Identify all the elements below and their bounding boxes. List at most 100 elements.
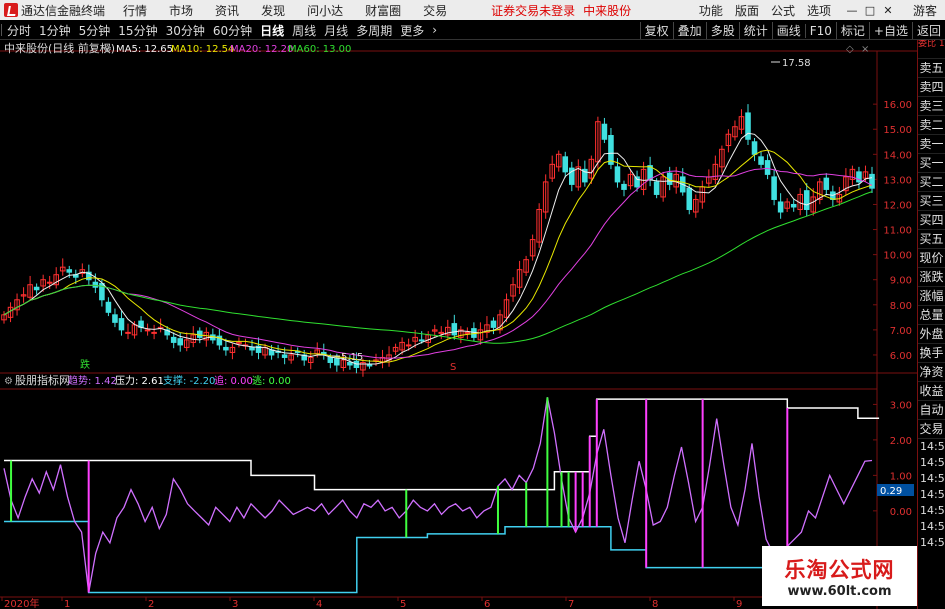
- btn-overlay[interactable]: 叠加: [672, 22, 706, 39]
- quote-sell5[interactable]: 卖五: [918, 59, 945, 78]
- candle-body: [758, 156, 764, 165]
- quote-sell4[interactable]: 卖四: [918, 78, 945, 97]
- quote-volume[interactable]: 总量: [918, 306, 945, 325]
- more-chevron-icon[interactable]: ›: [428, 23, 441, 37]
- chart-area[interactable]: 中来股份(日线 前复权) ⚙ MA5: 12.65 MA10: 12.54 MA…: [0, 40, 917, 609]
- menu-function[interactable]: 功能: [699, 2, 723, 19]
- candle-body: [790, 203, 797, 208]
- quote-sell2[interactable]: 卖二: [918, 116, 945, 135]
- menu-options[interactable]: 选项: [807, 2, 831, 19]
- legend-ma10: MA10: 12.54: [171, 44, 234, 55]
- candle-body: [601, 123, 608, 140]
- btn-f10[interactable]: F10: [804, 23, 836, 38]
- btn-multi-stock[interactable]: 多股: [705, 22, 739, 39]
- auto-trade-toggle[interactable]: 自动: [918, 401, 945, 420]
- candle-body: [745, 112, 751, 140]
- indicator-current-value: 0.29: [880, 486, 902, 497]
- candle-body: [823, 177, 830, 190]
- quote-sell1[interactable]: 卖一: [918, 135, 945, 154]
- indicator-gear-icon[interactable]: ⚙: [4, 376, 13, 387]
- indicator-axis-tick-label: 3.00: [890, 400, 912, 411]
- candle-body: [621, 183, 627, 190]
- order-ratio-header[interactable]: 委比 1000: [918, 40, 945, 59]
- trade-label[interactable]: 交易: [918, 420, 945, 439]
- period-5min[interactable]: 5分钟: [75, 22, 115, 39]
- candle-body: [562, 156, 569, 173]
- btn-adjust[interactable]: 复权: [639, 22, 673, 39]
- candle-body: [653, 181, 660, 195]
- candle-body: [144, 329, 151, 332]
- menu-trade[interactable]: 交易: [423, 2, 447, 19]
- menu-market-quotes[interactable]: 行情: [123, 2, 147, 19]
- trade-time: 14:56: [920, 504, 945, 517]
- indicator-axis-tick-label: 2.00: [890, 436, 912, 447]
- btn-mark[interactable]: 标记: [835, 22, 869, 39]
- quote-buy5[interactable]: 买五: [918, 230, 945, 249]
- period-15min[interactable]: 15分钟: [114, 22, 161, 39]
- menu-wealth-circle[interactable]: 财富圈: [365, 2, 401, 19]
- quote-change[interactable]: 涨跌: [918, 268, 945, 287]
- indicator-title: 股朋指标网: [15, 373, 70, 387]
- quote-outer-volume[interactable]: 外盘: [918, 325, 945, 344]
- quote-price[interactable]: 现价: [918, 249, 945, 268]
- quote-buy1[interactable]: 买一: [918, 154, 945, 173]
- candle-body: [764, 160, 771, 175]
- quote-net-assets[interactable]: 净资: [918, 363, 945, 382]
- panel-close-icon[interactable]: ×: [861, 44, 869, 55]
- menu-formula[interactable]: 公式: [771, 2, 795, 19]
- time-axis-label: 2020年: [4, 597, 39, 609]
- candle-body: [777, 201, 784, 213]
- candle-body: [464, 331, 471, 334]
- close-icon[interactable]: ✕: [879, 0, 897, 20]
- quote-turnover[interactable]: 换手: [918, 344, 945, 363]
- period-weekly[interactable]: 周线: [288, 22, 320, 39]
- quote-buy3[interactable]: 买三: [918, 192, 945, 211]
- guest-label[interactable]: 游客: [913, 2, 937, 19]
- indicator-escape-legend: 逃: 0.00: [252, 374, 291, 387]
- menu-ask[interactable]: 问小达: [307, 2, 343, 19]
- candle-body: [170, 336, 177, 343]
- period-1min[interactable]: 1分钟: [35, 22, 75, 39]
- menu-news[interactable]: 资讯: [215, 2, 239, 19]
- candle-body: [177, 338, 183, 346]
- legend-ma20: MA20: 12.20: [230, 44, 293, 55]
- low-price-label: 5.15: [341, 352, 363, 363]
- settings-gear-icon[interactable]: ⚙: [103, 44, 112, 55]
- period-multi[interactable]: 多周期: [352, 22, 396, 39]
- btn-add-watchlist[interactable]: +自选: [868, 22, 912, 39]
- btn-draw-line[interactable]: 画线: [771, 22, 805, 39]
- candle-body: [125, 331, 131, 334]
- time-axis-label: 5: [400, 599, 406, 609]
- login-notice[interactable]: 证券交易未登录: [491, 2, 575, 19]
- period-intraday[interactable]: 分时: [3, 22, 35, 39]
- menu-discover[interactable]: 发现: [261, 2, 285, 19]
- chart-svg[interactable]: 中来股份(日线 前复权) ⚙ MA5: 12.65 MA10: 12.54 MA…: [0, 40, 917, 609]
- candle-body: [249, 346, 255, 351]
- quote-earnings[interactable]: 收益: [918, 382, 945, 401]
- btn-statistics[interactable]: 统计: [738, 22, 772, 39]
- menu-layout[interactable]: 版面: [735, 2, 759, 19]
- candle-body: [451, 323, 458, 336]
- btn-back[interactable]: 返回: [911, 22, 945, 39]
- indicator-axis-tick-label: 1.00: [890, 471, 912, 482]
- candle-body: [405, 344, 412, 347]
- diamond-icon[interactable]: ◇: [846, 44, 854, 55]
- trade-time: 14:56: [920, 440, 945, 453]
- period-60min[interactable]: 60分钟: [209, 22, 256, 39]
- quote-buy4[interactable]: 买四: [918, 211, 945, 230]
- quote-buy2[interactable]: 买二: [918, 173, 945, 192]
- candle-body: [366, 364, 373, 367]
- candle-body: [634, 176, 640, 188]
- period-more[interactable]: 更多: [396, 22, 428, 39]
- maximize-icon[interactable]: □: [861, 0, 879, 20]
- minimize-icon[interactable]: —: [843, 0, 861, 20]
- right-quote-panel: 委比 1000 卖五 卖四 卖三 卖二 卖一 买一 买二 买三 买四 买五 现价…: [917, 40, 945, 609]
- quote-change-pct[interactable]: 涨幅: [918, 287, 945, 306]
- period-30min[interactable]: 30分钟: [162, 22, 209, 39]
- quote-sell3[interactable]: 卖三: [918, 97, 945, 116]
- period-monthly[interactable]: 月线: [320, 22, 352, 39]
- candle-body: [66, 269, 73, 273]
- period-toolbar: 分时 1分钟 5分钟 15分钟 30分钟 60分钟 日线 周线 月线 多周期 更…: [0, 21, 945, 40]
- period-daily[interactable]: 日线: [256, 22, 288, 39]
- menu-market[interactable]: 市场: [169, 2, 193, 19]
